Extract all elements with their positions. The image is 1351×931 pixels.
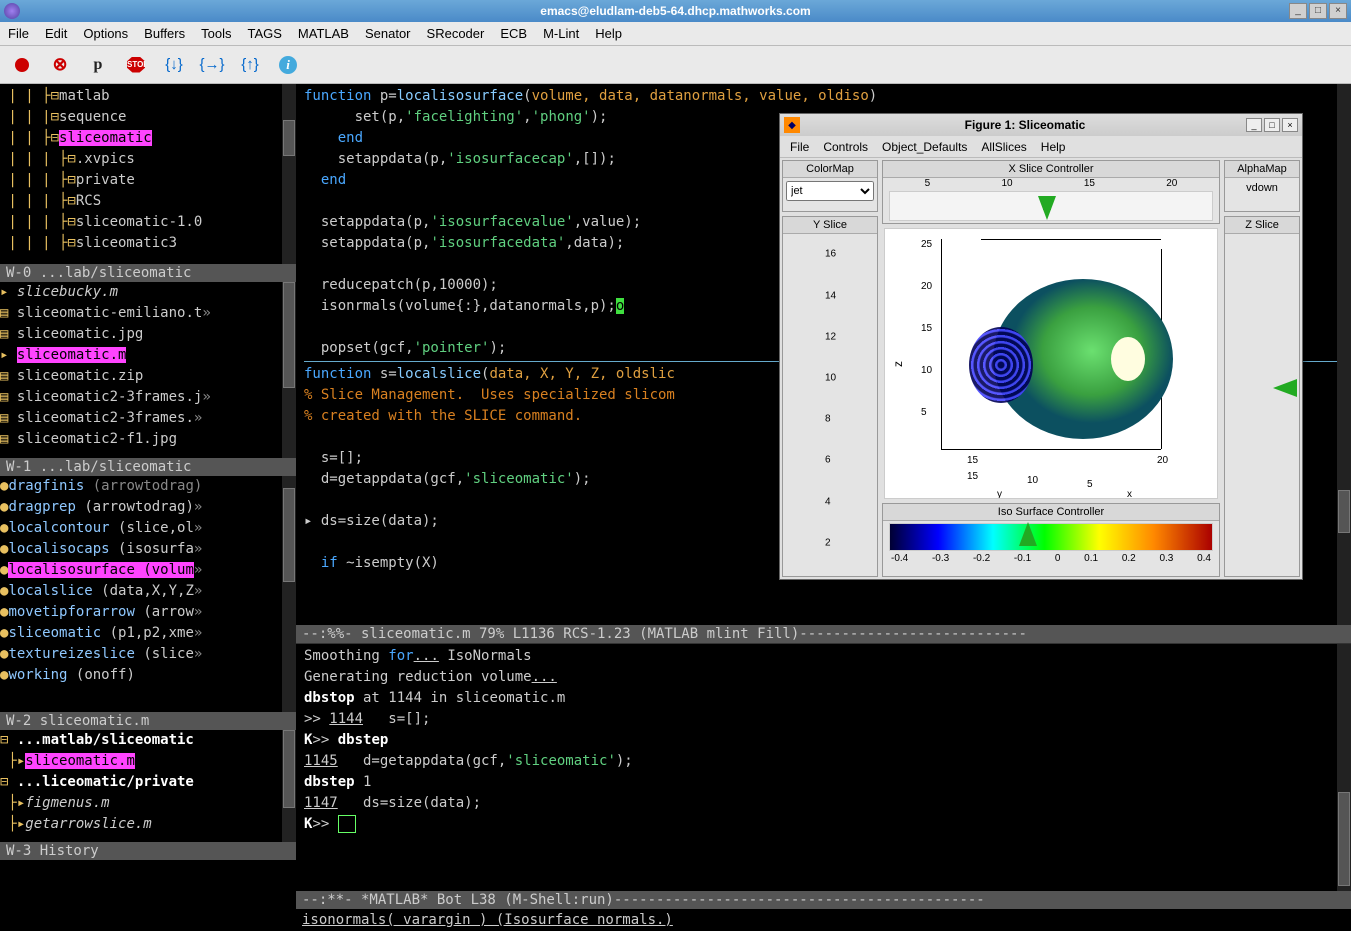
- menu-srecoder[interactable]: SRecoder: [427, 26, 485, 41]
- matlab-shell[interactable]: Smoothing for... IsoNormalsGenerating re…: [296, 643, 1351, 891]
- figure-title: Figure 1: Sliceomatic: [806, 118, 1244, 132]
- z-slice-panel[interactable]: Z Slice: [1224, 216, 1300, 577]
- matlab-figure-window: ◆ Figure 1: Sliceomatic _ □ × File Contr…: [779, 113, 1303, 580]
- y-slice-panel[interactable]: Y Slice 161412108642: [782, 216, 878, 577]
- arrow-up-icon[interactable]: [1019, 522, 1037, 546]
- fig-close-button[interactable]: ×: [1282, 118, 1298, 132]
- fig-menu-defaults[interactable]: Object_Defaults: [882, 140, 967, 154]
- colormap-panel: ColorMap jet: [782, 160, 878, 212]
- iso-colorbar[interactable]: [889, 523, 1213, 551]
- emacs-menubar: File Edit Options Buffers Tools TAGS MAT…: [0, 22, 1351, 46]
- modeline-w3: W-3 History: [0, 842, 296, 860]
- menu-senator[interactable]: Senator: [365, 26, 411, 41]
- scrollbar[interactable]: [282, 84, 296, 264]
- axes-3d[interactable]: z 25 20 15 10 5 15 20 15 10: [884, 228, 1218, 499]
- figure-titlebar: ◆ Figure 1: Sliceomatic _ □ ×: [780, 114, 1302, 136]
- fig-menu-help[interactable]: Help: [1041, 140, 1066, 154]
- menu-edit[interactable]: Edit: [45, 26, 67, 41]
- step-over-icon[interactable]: {→}: [202, 55, 222, 75]
- slice-contours: [969, 327, 1033, 403]
- y-slice-label: Y Slice: [783, 217, 877, 234]
- emacs-icon: [4, 3, 20, 19]
- scrollbar[interactable]: [1337, 644, 1351, 891]
- x-slice-panel[interactable]: X Slice Controller 5101520: [882, 160, 1220, 224]
- maximize-button[interactable]: □: [1309, 3, 1327, 19]
- emacs-toolbar: ⊗ p STOP {↓} {→} {↑} i: [0, 46, 1351, 84]
- ecb-directories[interactable]: | | ├⊟matlab | | |⊟sequence | | ├⊟sliceo…: [0, 84, 296, 264]
- alphamap-label: AlphaMap: [1225, 161, 1299, 178]
- menu-options[interactable]: Options: [83, 26, 128, 41]
- z-slice-label: Z Slice: [1225, 217, 1299, 234]
- os-titlebar: emacs@eludlam-deb5-64.dhcp.mathworks.com…: [0, 0, 1351, 22]
- x-slice-label: X Slice Controller: [883, 161, 1219, 178]
- scrollbar[interactable]: [282, 282, 296, 458]
- cancel-icon[interactable]: ⊗: [50, 55, 70, 75]
- menu-tags[interactable]: TAGS: [247, 26, 281, 41]
- minimize-button[interactable]: _: [1289, 3, 1307, 19]
- scrollbar[interactable]: [282, 476, 296, 712]
- menu-matlab[interactable]: MATLAB: [298, 26, 349, 41]
- modeline-code: --:%%- sliceomatic.m 79% L1136 RCS-1.23 …: [296, 625, 1351, 643]
- x-slice-track[interactable]: [889, 191, 1213, 221]
- ecb-sources[interactable]: ▸ slicebucky.m▤ sliceomatic-emiliano.t»▤…: [0, 282, 296, 458]
- window-title: emacs@eludlam-deb5-64.dhcp.mathworks.com: [540, 4, 810, 18]
- menu-buffers[interactable]: Buffers: [144, 26, 185, 41]
- fig-menu-controls[interactable]: Controls: [823, 140, 868, 154]
- figure-menubar: File Controls Object_Defaults AllSlices …: [780, 136, 1302, 158]
- matlab-icon: ◆: [784, 117, 800, 133]
- iso-surface-panel[interactable]: Iso Surface Controller -0.4-0.3-0.2-0.10…: [882, 503, 1220, 577]
- alphamap-panel: AlphaMap vdown: [1224, 160, 1300, 212]
- menu-mlint[interactable]: M-Lint: [543, 26, 579, 41]
- fig-minimize-button[interactable]: _: [1246, 118, 1262, 132]
- arrow-left-icon[interactable]: [1273, 379, 1297, 397]
- menu-help[interactable]: Help: [595, 26, 622, 41]
- close-button[interactable]: ×: [1329, 3, 1347, 19]
- modeline-shell: --:**- *MATLAB* Bot L38 (M-Shell:run)---…: [296, 891, 1351, 909]
- fig-maximize-button[interactable]: □: [1264, 118, 1280, 132]
- iso-label: Iso Surface Controller: [883, 504, 1219, 521]
- stop-icon[interactable]: STOP: [126, 55, 146, 75]
- modeline-w2: W-2 sliceomatic.m: [0, 712, 296, 730]
- menu-ecb[interactable]: ECB: [500, 26, 527, 41]
- minibuffer[interactable]: isonormals( varargin ) (Isosurface norma…: [296, 909, 1351, 931]
- step-in-icon[interactable]: {↓}: [164, 55, 184, 75]
- scrollbar[interactable]: [282, 730, 296, 842]
- scrollbar[interactable]: [1337, 84, 1351, 625]
- ecb-history[interactable]: ⊟ ...matlab/sliceomatic ├▸sliceomatic.m⊟…: [0, 730, 296, 842]
- colormap-label: ColorMap: [783, 161, 877, 178]
- ecb-methods[interactable]: ●dragfinis (arrowtodrag)●dragprep (arrow…: [0, 476, 296, 712]
- modeline-w0: W-0 ...lab/sliceomatic: [0, 264, 296, 282]
- menu-file[interactable]: File: [8, 26, 29, 41]
- colormap-select[interactable]: jet: [786, 181, 874, 201]
- arrow-down-icon[interactable]: [1038, 196, 1056, 220]
- alphamap-value[interactable]: vdown: [1225, 178, 1299, 198]
- fig-menu-file[interactable]: File: [790, 140, 809, 154]
- step-out-icon[interactable]: {↑}: [240, 55, 260, 75]
- record-icon[interactable]: [12, 55, 32, 75]
- fig-menu-allslices[interactable]: AllSlices: [981, 140, 1026, 154]
- modeline-w1: W-1 ...lab/sliceomatic: [0, 458, 296, 476]
- z-axis-label: z: [891, 361, 905, 367]
- info-icon[interactable]: i: [278, 55, 298, 75]
- menu-tools[interactable]: Tools: [201, 26, 231, 41]
- p-icon[interactable]: p: [88, 55, 108, 75]
